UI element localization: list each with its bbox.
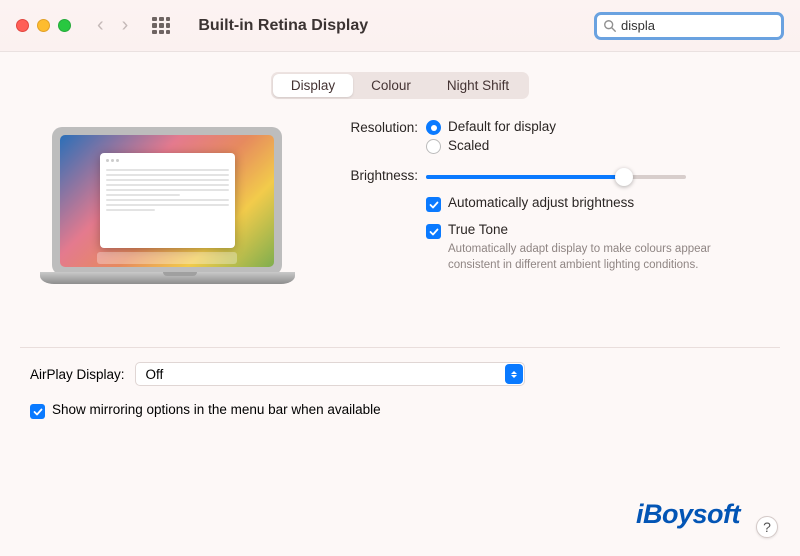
- close-icon[interactable]: [16, 19, 29, 32]
- logo-watermark: iBoysoft: [636, 499, 740, 530]
- checkbox-auto-brightness[interactable]: Automatically adjust brightness: [426, 195, 770, 212]
- tab-colour[interactable]: Colour: [353, 74, 429, 97]
- radio-scaled[interactable]: Scaled: [426, 138, 770, 154]
- back-button[interactable]: ‹: [97, 14, 104, 37]
- true-tone-description: Automatically adapt display to make colo…: [448, 242, 728, 273]
- window-title: Built-in Retina Display: [198, 17, 576, 35]
- chevron-up-down-icon: [505, 364, 523, 384]
- minimize-icon[interactable]: [37, 19, 50, 32]
- airplay-label: AirPlay Display:: [30, 367, 125, 382]
- window-controls: [16, 19, 71, 32]
- airplay-select[interactable]: Off: [135, 362, 525, 386]
- resolution-label: Resolution:: [330, 119, 426, 157]
- nav-arrows: ‹ ›: [97, 14, 128, 37]
- maximize-icon[interactable]: [58, 19, 71, 32]
- brightness-slider[interactable]: [426, 175, 686, 179]
- display-preview: [40, 127, 320, 307]
- tab-night-shift[interactable]: Night Shift: [429, 74, 527, 97]
- checkbox-mirroring[interactable]: Show mirroring options in the menu bar w…: [30, 402, 381, 419]
- tab-bar: Display Colour Night Shift: [0, 72, 800, 99]
- bottom-panel: AirPlay Display: Off Show mirroring opti…: [0, 348, 800, 419]
- radio-default-for-display[interactable]: Default for display: [426, 119, 770, 135]
- search-input[interactable]: [621, 18, 797, 33]
- main-content: Resolution: Default for display Scaled B…: [0, 99, 800, 307]
- forward-button[interactable]: ›: [122, 14, 129, 37]
- titlebar: ‹ › Built-in Retina Display ✕: [0, 0, 800, 52]
- settings-panel: Resolution: Default for display Scaled B…: [330, 119, 770, 307]
- brightness-label: Brightness:: [330, 167, 426, 183]
- tab-display[interactable]: Display: [273, 74, 353, 97]
- checkbox-true-tone[interactable]: True Tone: [426, 222, 770, 239]
- help-button[interactable]: ?: [756, 516, 778, 538]
- grid-icon[interactable]: [152, 17, 170, 35]
- search-field[interactable]: ✕: [594, 12, 784, 40]
- search-icon: [603, 19, 617, 33]
